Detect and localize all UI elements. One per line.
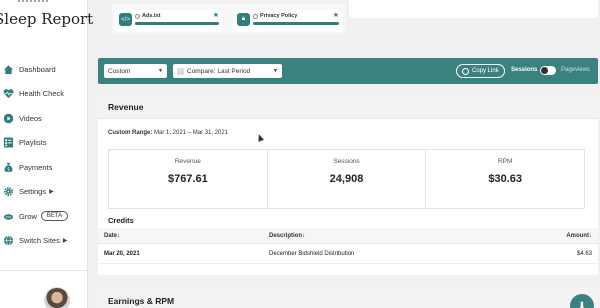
metric-value: $30.63: [488, 173, 522, 185]
compare-checkbox[interactable]: [177, 67, 184, 75]
sidebar-item-switch-sites[interactable]: Switch Sites ▶: [0, 229, 88, 254]
column-date[interactable]: Date↓: [98, 233, 265, 239]
column-label: Amount: [566, 232, 589, 239]
cell-date: Mar 20, 2021: [104, 250, 140, 257]
metric-value: $767.61: [167, 173, 208, 185]
chevron-right-icon: ▶: [49, 189, 54, 196]
sidebar-item-label: Health Check: [19, 89, 65, 99]
custom-range-label: Custom Range:: [108, 130, 153, 136]
progress-bar: [135, 22, 219, 25]
sort-icon: ↓: [589, 232, 592, 239]
card-title: Ads.txt: [142, 13, 161, 19]
revenue-title: Revenue: [98, 95, 598, 119]
sidebar-item-label: Playlists: [19, 138, 47, 148]
sort-icon: ↓: [117, 232, 121, 239]
avatar[interactable]: [44, 287, 70, 308]
sessions-label: Sessions: [511, 67, 538, 73]
sidebar-nav: Dashboard Health Check Videos Playlists …: [0, 57, 88, 253]
date-range-value: Custom: [108, 67, 131, 75]
status-icon: [253, 13, 258, 19]
compare-value: Compare: Last Period: [187, 67, 251, 75]
credits-title: Credits: [108, 216, 134, 225]
sidebar-item-label: Videos: [19, 113, 42, 123]
cell-amount: $4.63: [576, 250, 592, 257]
copy-link-button[interactable]: Copy Link: [456, 64, 505, 78]
brand-decoration: [18, 0, 48, 4]
ads-txt-card[interactable]: </> Ads.txt ★: [115, 10, 223, 32]
sidebar-item-dashboard[interactable]: Dashboard: [0, 57, 88, 82]
sidebar-item-grow[interactable]: Grow BETA: [0, 204, 88, 229]
custom-range-value: Mar 1, 2021 – Mar 31, 2021: [154, 130, 229, 136]
privacy-policy-card[interactable]: 🔒︎ Privacy Policy ★: [233, 10, 343, 32]
custom-range: Custom Range: Mar 1, 2021 – Mar 31, 2021: [108, 130, 228, 136]
money-bag-icon: $: [3, 162, 14, 173]
sessions-pageviews-toggle[interactable]: [540, 66, 556, 75]
metrics-summary: Revenue $767.61 Sessions 24,908 RPM $30.…: [108, 149, 585, 209]
link-icon: [462, 67, 469, 75]
sidebar: Sleep Report Dashboard Health Check Vide…: [0, 0, 93, 308]
sort-icon: ↓: [302, 232, 306, 239]
card-body: Privacy Policy ★: [253, 11, 339, 25]
table-row: Mar 20, 2021 December Bidshield Distribu…: [98, 244, 598, 264]
site-title: Sleep Report: [0, 10, 94, 28]
gear-icon: [3, 186, 14, 197]
playlist-icon: [3, 137, 14, 148]
sidebar-divider: [0, 270, 88, 271]
metric-revenue: Revenue $767.61: [109, 150, 268, 208]
sidebar-item-videos[interactable]: Videos: [0, 106, 88, 131]
sidebar-item-payments[interactable]: $ Payments: [0, 155, 88, 180]
column-amount[interactable]: Amount↓: [525, 233, 592, 239]
card-title: Privacy Policy: [260, 13, 298, 19]
sidebar-item-settings[interactable]: Settings ▶: [0, 180, 88, 205]
earnings-panel: Earnings & RPM: [98, 288, 598, 308]
sidebar-item-label: Settings: [19, 187, 47, 197]
star-icon[interactable]: ★: [213, 11, 219, 19]
pageviews-label: Pageviews: [561, 67, 591, 73]
play-icon: [3, 113, 14, 124]
lock-icon: 🔒︎: [237, 13, 250, 26]
globe-icon: [3, 235, 14, 246]
date-range-select[interactable]: Custom ▼: [104, 64, 167, 78]
filter-bar: Custom ▼ Compare: Last Period ▼ Copy Lin…: [98, 58, 598, 84]
svg-text:$: $: [7, 166, 10, 171]
caret-down-icon: ▼: [273, 68, 278, 74]
sidebar-item-label: Grow: [19, 211, 37, 221]
beta-badge: BETA: [40, 211, 69, 222]
progress-bar: [253, 22, 339, 25]
sidebar-item-label: Switch Sites: [19, 236, 60, 246]
column-label: Date: [104, 232, 118, 239]
home-icon: [3, 64, 14, 75]
metric-rpm: RPM $30.63: [426, 150, 584, 208]
metric-label: Revenue: [174, 158, 201, 165]
copy-link-label: Copy Link: [472, 68, 499, 74]
sidebar-item-label: Dashboard: [19, 64, 56, 74]
code-icon: </>: [119, 13, 132, 26]
status-icon: [135, 13, 140, 19]
sidebar-item-health-check[interactable]: Health Check: [0, 82, 88, 107]
sidebar-item-label: Payments: [19, 162, 53, 172]
metric-label: Sessions: [333, 158, 360, 165]
sidebar-item-playlists[interactable]: Playlists: [0, 131, 88, 156]
metric-label: RPM: [497, 158, 513, 165]
heartbeat-icon: [3, 88, 14, 99]
revenue-panel: Revenue Custom Range: Mar 1, 2021 – Mar …: [98, 95, 598, 275]
star-icon[interactable]: ★: [333, 11, 339, 19]
caret-down-icon: ▼: [158, 68, 163, 74]
earnings-title: Earnings & RPM: [108, 296, 175, 306]
chevron-right-icon: ▶: [62, 238, 68, 245]
column-label: Description: [269, 232, 303, 239]
card-title-row: Privacy Policy: [253, 13, 339, 19]
column-description[interactable]: Description↓: [265, 233, 525, 239]
grow-icon: [3, 211, 14, 222]
toggle-knob: [541, 67, 548, 74]
top-right-panel: [349, 0, 598, 18]
cell-description: December Bidshield Distribution: [269, 250, 355, 257]
card-title-row: Ads.txt: [135, 13, 219, 19]
metric-sessions: Sessions 24,908: [268, 150, 427, 208]
compare-select[interactable]: Compare: Last Period ▼: [173, 64, 282, 78]
credits-table: Date↓ Description↓ Amount↓ Mar 20, 2021 …: [98, 228, 598, 264]
table-header: Date↓ Description↓ Amount↓: [98, 228, 598, 244]
metric-value: 24,908: [329, 173, 364, 185]
card-body: Ads.txt ★: [135, 11, 219, 25]
